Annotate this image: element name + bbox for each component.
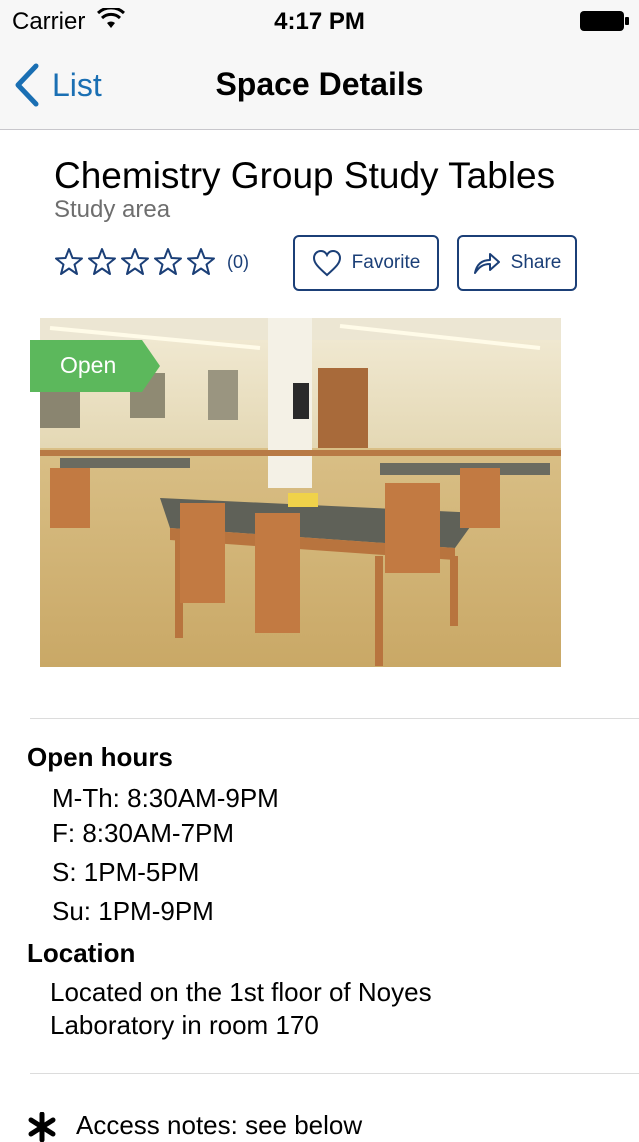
hours-line: F: 8:30AM-7PM xyxy=(52,818,235,848)
star-icon[interactable] xyxy=(87,247,117,277)
star-icon[interactable] xyxy=(186,247,216,277)
access-notes-link[interactable]: Access notes: see below xyxy=(76,1110,362,1141)
share-label: Share xyxy=(510,252,562,273)
share-arrow-icon xyxy=(473,253,500,274)
asterisk-icon xyxy=(28,1112,56,1142)
space-type: Study area xyxy=(54,196,171,223)
location-line: Laboratory in room 170 xyxy=(50,1010,319,1040)
open-status-badge: Open xyxy=(60,352,117,378)
status-time: 4:17 PM xyxy=(274,8,365,35)
star-icon[interactable] xyxy=(153,247,183,277)
share-button[interactable]: Share xyxy=(457,235,577,291)
divider xyxy=(30,1073,639,1074)
star-icon[interactable] xyxy=(54,247,84,277)
location-line: Located on the 1st floor of Noyes xyxy=(50,977,432,1007)
space-title: Chemistry Group Study Tables xyxy=(54,155,556,196)
hours-line: M-Th: 8:30AM-9PM xyxy=(52,783,279,813)
battery-icon xyxy=(580,11,629,31)
hours-line: Su: 1PM-9PM xyxy=(52,896,214,926)
rating-stars[interactable]: (0) xyxy=(54,247,249,277)
favorite-button[interactable]: Favorite xyxy=(293,235,439,291)
favorite-label: Favorite xyxy=(351,252,421,273)
status-bar: Carrier 4:17 PM xyxy=(0,0,639,40)
heart-icon xyxy=(312,249,341,277)
page-title: Space Details xyxy=(215,66,424,102)
navigation-bar: List Space Details xyxy=(0,40,639,130)
location-heading: Location xyxy=(27,938,136,968)
rating-count: (0) xyxy=(227,251,249,272)
divider xyxy=(30,718,639,719)
hours-line: S: 1PM-5PM xyxy=(52,857,200,887)
star-icon[interactable] xyxy=(120,247,150,277)
open-hours-heading: Open hours xyxy=(27,742,173,772)
